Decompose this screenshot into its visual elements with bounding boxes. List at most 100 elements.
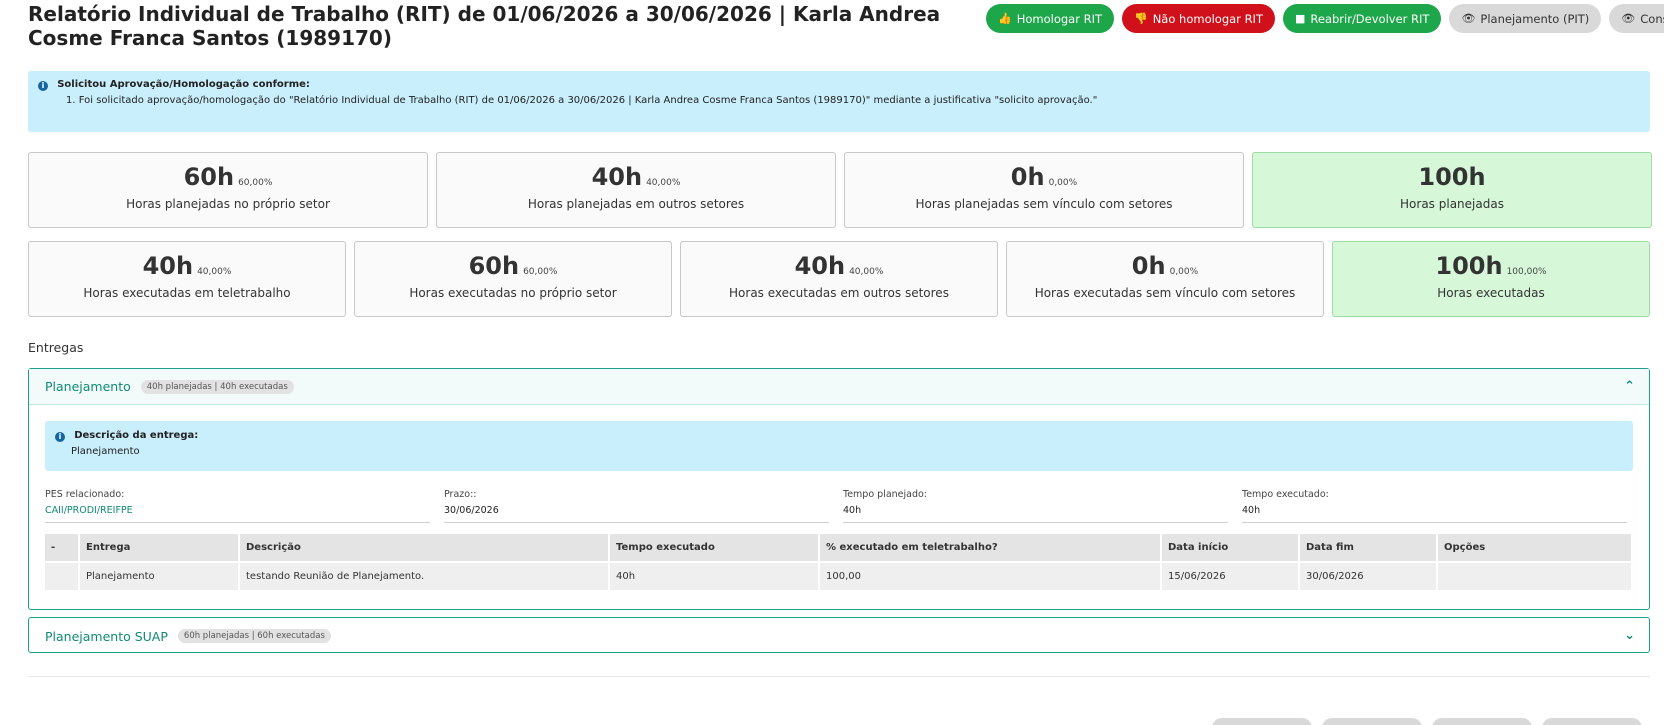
table-cell: testando Reunião de Planejamento. — [239, 561, 610, 590]
approval-request-alert: i Solicitou Aprovação/Homologação confor… — [28, 71, 1650, 132]
stat-card: 40h 40,00% Horas executadas em teletrabal… — [28, 241, 346, 317]
stat-card: 0h 0,00% Horas executadas sem vínculo com… — [1006, 241, 1324, 317]
field-label: Prazo:: — [444, 489, 477, 500]
stat-percent: 60,00% — [523, 267, 558, 277]
column-header: - — [45, 534, 80, 562]
header-actions: 👍 Homologar RIT 👎 Não homologar RIT ■ Re… — [986, 4, 1664, 33]
stat-label: Horas planejadas — [1400, 197, 1504, 211]
field-value: 40h — [843, 505, 862, 516]
homologar-rit-label: Homologar RIT — [1016, 11, 1102, 26]
stat-label: Horas planejadas no próprio setor — [126, 197, 330, 211]
consultas-label: Consultas — [1640, 11, 1664, 26]
field-label: PES relacionado: — [45, 489, 125, 500]
table-cell: Planejamento — [79, 561, 240, 590]
field-tempo-planejado: Tempo planejado: 40h — [843, 489, 1228, 523]
entrega-description: i Descrição da entrega: Planejamento — [45, 421, 1633, 471]
entrega-table: - Entrega Descrição Tempo executado % ex… — [45, 534, 1633, 590]
stat-hours: 40h — [794, 252, 846, 280]
field-label: Tempo planejado: — [843, 489, 928, 500]
table-cell — [45, 561, 80, 590]
executed-hours-row: 40h 40,00% Horas executadas em teletrabal… — [28, 241, 1650, 317]
stat-percent: 40,00% — [646, 178, 681, 188]
entrega-accordion-planejamento: Planejamento 40h planejadas | 40h execut… — [28, 368, 1650, 610]
entregas-section-title: Entregas — [28, 340, 84, 355]
info-icon: i — [38, 81, 48, 91]
stat-percent: 0,00% — [1169, 267, 1199, 277]
accordion-header[interactable]: Planejamento SUAP 60h planejadas | 60h e… — [29, 618, 1649, 654]
thumbs-up-icon: 👍 — [998, 12, 1012, 25]
table-cell: 30/06/2026 — [1299, 561, 1438, 590]
column-header: Tempo executado — [609, 534, 820, 562]
entrega-accordion-planejamento-suap: Planejamento SUAP 60h planejadas | 60h e… — [28, 617, 1650, 653]
stat-label: Horas planejadas em outros setores — [527, 197, 745, 211]
stat-label: Horas executadas em teletrabalho — [83, 286, 291, 300]
stat-hours: 100h — [1418, 163, 1486, 191]
stat-hours: 0h — [1131, 252, 1166, 280]
column-header: Data fim — [1299, 534, 1438, 562]
description-title: Descrição da entrega: — [74, 430, 199, 441]
footer-button[interactable] — [1432, 718, 1532, 725]
square-icon: ■ — [1294, 12, 1306, 25]
nao-homologar-rit-button[interactable]: 👎 Não homologar RIT — [1122, 4, 1275, 33]
footer-button[interactable] — [1212, 718, 1312, 725]
table-cell: 15/06/2026 — [1161, 561, 1300, 590]
column-header: Opções — [1437, 534, 1633, 562]
description-value: Planejamento — [71, 446, 140, 457]
stat-label: Horas executadas em outros setores — [729, 286, 949, 300]
section-divider — [28, 676, 1650, 677]
field-pes: PES relacionado: CAII/PRODI/REIFPE — [45, 489, 430, 523]
stat-card: 0h 0,00% Horas planejadas sem vínculo com… — [844, 152, 1244, 228]
field-label: Tempo executado: — [1242, 489, 1329, 500]
stat-percent: 40,00% — [197, 267, 232, 277]
page-header: Relatório Individual de Trabalho (RIT) d… — [28, 2, 1664, 52]
homologar-rit-button[interactable]: 👍 Homologar RIT — [986, 4, 1114, 33]
stat-hours: 40h — [142, 252, 194, 280]
thumbs-down-icon: 👎 — [1134, 12, 1148, 25]
consultas-dropdown-button[interactable]: 👁 Consultas ⌄ — [1609, 4, 1664, 33]
stat-label: Horas planejadas sem vínculo com setores — [915, 197, 1173, 211]
table-cell: 40h — [609, 561, 820, 590]
stat-percent: 60,00% — [238, 178, 273, 188]
stat-hours: 60h — [183, 163, 235, 191]
stat-percent: 0,00% — [1048, 178, 1078, 188]
stat-hours: 40h — [591, 163, 643, 191]
accordion-title: Planejamento SUAP — [45, 628, 168, 644]
eye-icon: 👁 — [1461, 12, 1476, 25]
planejamento-pit-button[interactable]: 👁 Planejamento (PIT) — [1449, 4, 1602, 33]
stat-percent: 40,00% — [849, 267, 884, 277]
column-header: Entrega — [79, 534, 240, 562]
stat-label: Horas executadas — [1437, 286, 1545, 300]
hours-badge: 60h planejadas | 60h executadas — [177, 629, 331, 643]
pes-link[interactable]: CAII/PRODI/REIFPE — [45, 505, 430, 516]
footer-button[interactable] — [1542, 718, 1642, 725]
alert-item: 1. Foi solicitado aprovação/homologação … — [66, 95, 1098, 106]
column-header: % executado em teletrabalho? — [819, 534, 1162, 562]
chevron-up-icon[interactable]: ⌃ — [1624, 379, 1635, 394]
stat-card: 60h 60,00% Horas executadas no próprio se… — [354, 241, 672, 317]
stat-card-total: 100h 100,00% Horas executadas — [1332, 241, 1650, 317]
stat-label: Horas executadas no próprio setor — [409, 286, 617, 300]
reabrir-devolver-rit-button[interactable]: ■ Reabrir/Devolver RIT — [1282, 4, 1442, 33]
column-header: Data início — [1161, 534, 1300, 562]
table-cell-options[interactable] — [1437, 561, 1633, 590]
footer-buttons — [1212, 718, 1642, 725]
reabrir-devolver-rit-label: Reabrir/Devolver RIT — [1310, 11, 1430, 26]
planned-hours-row: 60h 60,00% Horas planejadas no próprio se… — [28, 152, 1652, 228]
stat-card-total: 100h Horas planejadas — [1252, 152, 1652, 228]
eye-icon: 👁 — [1621, 12, 1636, 25]
footer-button[interactable] — [1322, 718, 1422, 725]
chevron-down-icon[interactable]: ⌄ — [1624, 628, 1635, 643]
field-prazo: Prazo:: 30/06/2026 — [444, 489, 829, 523]
field-tempo-executado: Tempo executado: 40h — [1242, 489, 1627, 523]
hours-badge: 40h planejadas | 40h executadas — [140, 379, 294, 394]
accordion-header[interactable]: Planejamento 40h planejadas | 40h execut… — [29, 369, 1649, 405]
stat-hours: 100h — [1435, 252, 1503, 280]
planejamento-pit-label: Planejamento (PIT) — [1480, 11, 1590, 26]
table-row: Planejamento testando Reunião de Planeja… — [45, 561, 1633, 590]
stat-card: 60h 60,00% Horas planejadas no próprio se… — [28, 152, 428, 228]
table-cell: 100,00 — [819, 561, 1162, 590]
stat-hours: 0h — [1010, 163, 1045, 191]
stat-hours: 60h — [468, 252, 520, 280]
accordion-title: Planejamento — [45, 379, 131, 394]
field-value: 40h — [1242, 505, 1261, 516]
